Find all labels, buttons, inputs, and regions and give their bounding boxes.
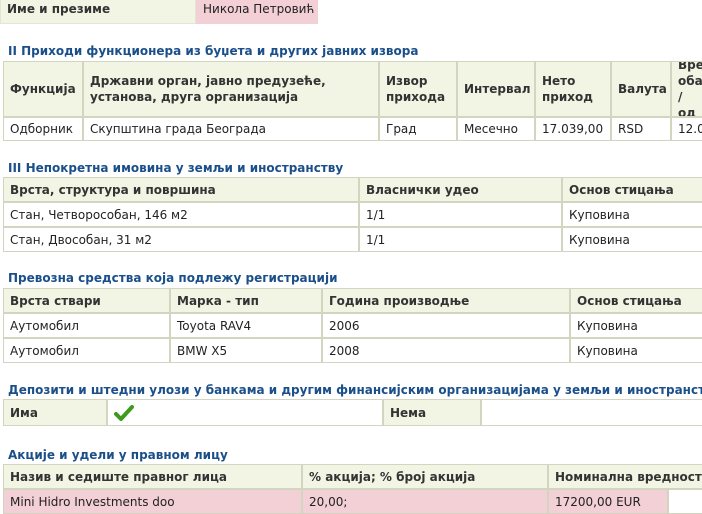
vehicles-cell-year: 2006 <box>322 313 570 338</box>
income-cell-currency: RSD <box>611 117 671 141</box>
deposits-has-value <box>107 399 383 426</box>
income-header-currency: Валута <box>611 61 671 117</box>
property-cell-basis: Куповина <box>562 202 702 227</box>
income-cell-function: Одборник <box>3 117 83 141</box>
shares-cell-percent: 20,00; <box>302 489 548 514</box>
income-header-net: Нето приход <box>535 61 611 117</box>
table-row: Аутомобил <box>3 338 170 363</box>
vehicles-section-title: Превозна средства која подлежу регистрац… <box>8 271 338 285</box>
income-header-interval: Интервал <box>457 61 535 117</box>
deposits-none-label: Нема <box>383 399 481 426</box>
income-cell-period: 12.0 <box>671 117 702 141</box>
vehicles-cell-make: BMW X5 <box>170 338 322 363</box>
property-cell-share: 1/1 <box>359 202 562 227</box>
vehicles-cell-basis: Куповина <box>570 313 702 338</box>
shares-header-company: Назив и седиште правног лица <box>3 464 302 489</box>
table-row: Аутомобил <box>3 313 170 338</box>
income-cell-source: Град <box>379 117 457 141</box>
income-cell-interval: Месечно <box>457 117 535 141</box>
property-cell-share: 1/1 <box>359 227 562 252</box>
deposits-has-label: Има <box>3 399 107 426</box>
income-section-title: II Приходи функционера из буџета и други… <box>8 44 419 58</box>
income-header-function: Функција <box>3 61 83 117</box>
shares-section-title: Акције и удели у правном лицу <box>8 448 228 462</box>
income-header-period: Вре оба / од <box>671 61 702 117</box>
table-row: Стан, Четворособан, 146 м2 <box>3 202 359 227</box>
vehicles-header-year: Година производње <box>322 288 570 313</box>
property-section-title: III Непокретна имовина у земљи и иностра… <box>8 161 344 175</box>
shares-header-percent: % акција; % број акција <box>302 464 548 489</box>
table-row: Стан, Двособан, 31 м2 <box>3 227 359 252</box>
shares-cell-empty <box>668 489 702 514</box>
vehicles-header-type: Врста ствари <box>3 288 170 313</box>
shares-header-nominal: Номинална вредност <box>548 464 702 489</box>
name-value: Никола Петровић <box>196 0 318 24</box>
vehicles-cell-make: Toyota RAV4 <box>170 313 322 338</box>
property-header-share: Власнички удео <box>359 177 562 202</box>
checkmark-icon <box>114 404 134 422</box>
table-row: Mini Hidro Investments doo <box>3 489 302 514</box>
vehicles-cell-basis: Куповина <box>570 338 702 363</box>
property-header-type: Врста, структура и површина <box>3 177 359 202</box>
property-cell-basis: Куповина <box>562 227 702 252</box>
income-header-organization: Државни орган, јавно предузеће, установа… <box>83 61 379 117</box>
vehicles-header-basis: Основ стицања <box>570 288 702 313</box>
vehicles-header-make: Марка - тип <box>170 288 322 313</box>
deposits-none-value <box>481 399 702 426</box>
property-header-basis: Основ стицања <box>562 177 702 202</box>
income-header-source: Извор прихода <box>379 61 457 117</box>
shares-cell-nominal: 17200,00 EUR <box>548 489 668 514</box>
income-cell-net: 17.039,00 <box>535 117 611 141</box>
vehicles-cell-year: 2008 <box>322 338 570 363</box>
deposits-section-title: Депозити и штедни улози у банкама и друг… <box>8 383 702 397</box>
income-cell-organization: Скупштина града Београда <box>83 117 379 141</box>
name-label: Име и презиме <box>0 0 196 24</box>
